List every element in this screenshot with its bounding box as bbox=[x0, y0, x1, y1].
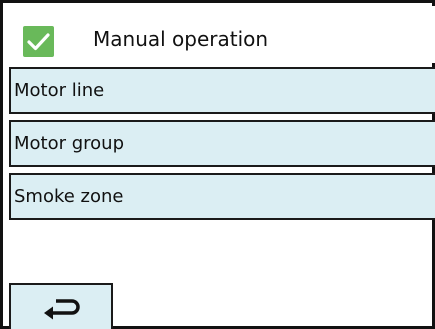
menu-item-motor-line[interactable]: Motor line bbox=[9, 67, 435, 114]
return-arrow-icon bbox=[44, 299, 80, 320]
menu-item-label: Motor line bbox=[14, 80, 105, 101]
check-icon bbox=[23, 26, 54, 57]
back-button[interactable] bbox=[9, 283, 113, 329]
menu-item-label: Motor group bbox=[14, 133, 125, 154]
menu-item-smoke-zone[interactable]: Smoke zone bbox=[9, 173, 435, 220]
header-bar: Manual operation bbox=[6, 6, 435, 63]
menu-item-label: Smoke zone bbox=[14, 186, 124, 207]
page-title: Manual operation bbox=[93, 27, 269, 51]
menu-item-motor-group[interactable]: Motor group bbox=[9, 120, 435, 167]
